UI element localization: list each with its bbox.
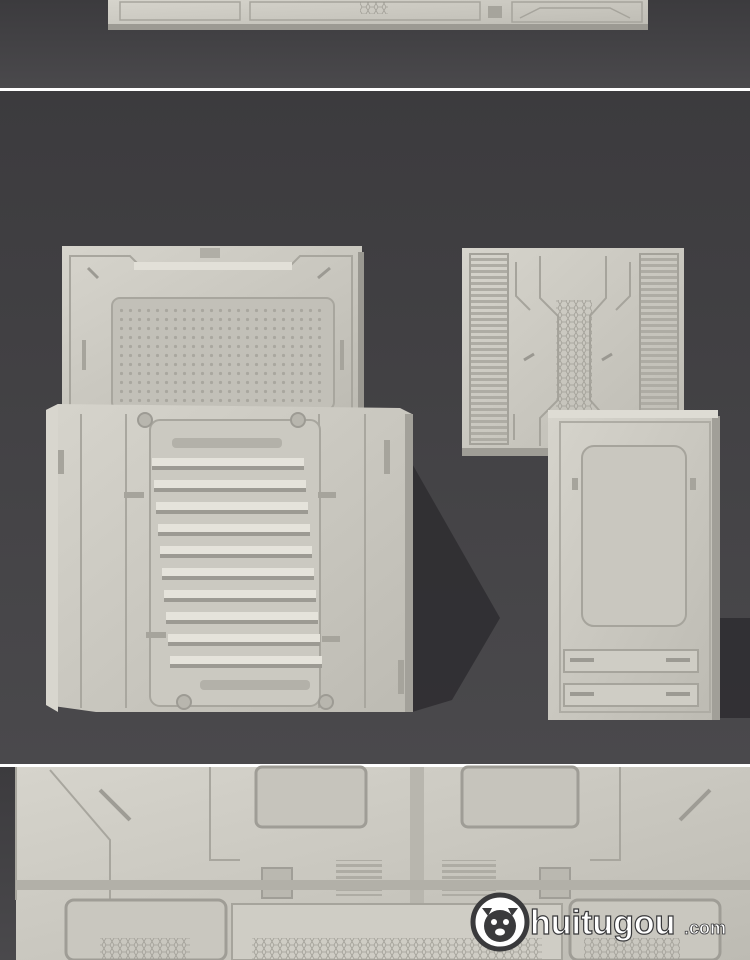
top-render-strip bbox=[0, 0, 750, 88]
watermark-brand-text: huitugou bbox=[530, 904, 675, 942]
dog-face-icon bbox=[470, 892, 530, 952]
render-canvas bbox=[0, 0, 750, 960]
huitugou-watermark: huitugou .com bbox=[468, 890, 738, 954]
section-divider-top bbox=[0, 88, 750, 91]
panel-louvered-front-left bbox=[46, 404, 413, 712]
panel-tall-front-right bbox=[548, 410, 720, 720]
section-divider-bottom bbox=[0, 764, 750, 767]
watermark-domain-text: .com bbox=[684, 918, 726, 938]
watermark-logo: huitugou .com bbox=[470, 892, 726, 952]
panel-dotted-back-left bbox=[62, 246, 364, 416]
middle-render-section bbox=[0, 91, 750, 764]
preview-sheet: huitugou .com bbox=[0, 0, 750, 960]
